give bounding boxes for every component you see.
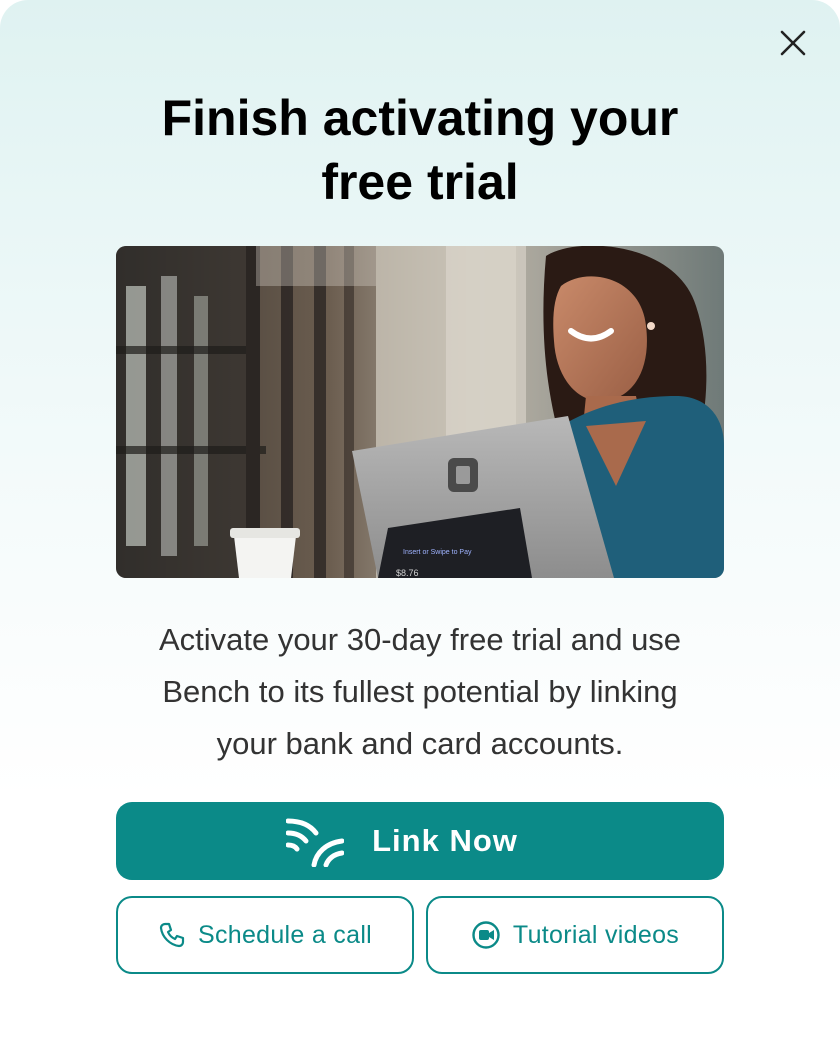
close-button[interactable] [776, 26, 810, 60]
tutorial-videos-label: Tutorial videos [512, 920, 680, 949]
dialog-title-line2: free trial [321, 154, 519, 210]
description-line1: Activate your 30-day free trial and use [158, 622, 682, 657]
activation-dialog: Finish activating your free trial Insert… [0, 0, 840, 1064]
schedule-call-button[interactable]: Schedule a call [116, 896, 414, 974]
reader-screen-amount: $8.76 [396, 568, 419, 578]
reader-screen-text: Insert or Swipe to Pay [403, 549, 472, 556]
description-line3: your bank and card accounts. [216, 726, 624, 761]
link-now-button[interactable]: Link Now [116, 802, 724, 880]
video-camera-icon [471, 920, 501, 950]
hero-image: Insert or Swipe to Pay $8.76 [116, 246, 724, 578]
description-line2: Bench to its fullest potential by linkin… [162, 674, 678, 709]
wireless-link-icon [286, 815, 345, 867]
dialog-title-line1: Finish activating your [161, 90, 679, 146]
schedule-call-label: Schedule a call [197, 920, 373, 949]
dialog-description: Activate your 30-day free trial and use … [110, 614, 730, 770]
close-icon [780, 30, 806, 56]
link-now-label: Link Now [372, 823, 518, 858]
phone-icon [158, 921, 186, 949]
tutorial-videos-button[interactable]: Tutorial videos [426, 896, 724, 974]
dialog-title: Finish activating your free trial [0, 86, 840, 214]
